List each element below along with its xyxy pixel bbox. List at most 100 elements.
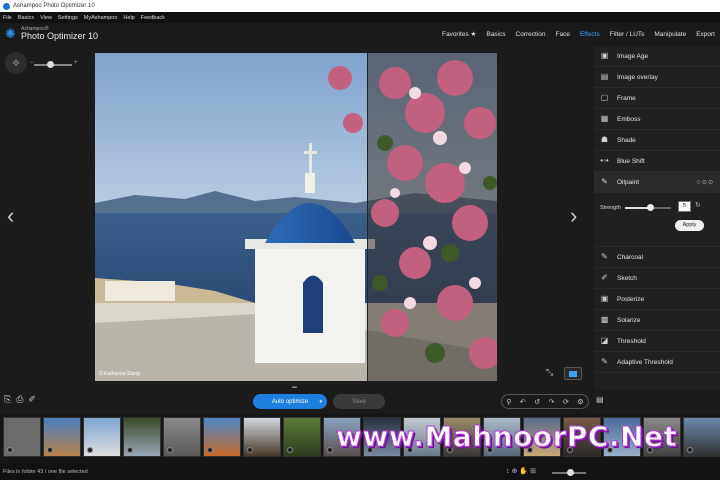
previous-image-arrow-icon[interactable]: ‹ — [7, 203, 14, 229]
effect-posterize[interactable]: ▣ Posterize — [594, 289, 720, 310]
photo-credit: © Katharina Stang — [99, 371, 140, 377]
thumbnail[interactable] — [83, 417, 121, 457]
menu-help[interactable]: Help — [123, 15, 134, 21]
effect-charcoal[interactable]: ✎ Charcoal — [594, 247, 720, 268]
tab-basics[interactable]: Basics — [481, 28, 510, 42]
category-tabs: Favorites ★ Basics Correction Face Effects Fi… — [437, 28, 720, 42]
save-button[interactable]: Save — [333, 394, 385, 409]
menu-view[interactable]: View — [40, 15, 52, 21]
hand-icon[interactable]: ✋ — [519, 468, 530, 475]
undo-icon[interactable]: ↶ — [520, 398, 526, 406]
reset-strength-icon[interactable]: ↻ — [695, 201, 701, 209]
redo-icon[interactable]: ↷ — [549, 398, 555, 406]
tab-correction[interactable]: Correction — [511, 28, 551, 42]
menu-myashampoo[interactable]: MyAshampoo — [84, 15, 118, 21]
effect-shade[interactable]: ☗ Shade — [594, 130, 720, 151]
thumbnail[interactable] — [43, 417, 81, 457]
blue-shift-icon: •◦• — [600, 156, 609, 165]
tab-export[interactable]: Export — [691, 28, 720, 42]
thumbnail-select-icon[interactable] — [687, 447, 693, 453]
strength-slider-knob[interactable] — [647, 204, 655, 211]
effect-label: Emboss — [617, 115, 641, 123]
effect-label: Threshold — [617, 337, 646, 345]
thumbnail[interactable] — [283, 417, 321, 457]
menu-basics[interactable]: Basics — [18, 15, 34, 21]
threshold-icon: ◪ — [600, 336, 609, 345]
thumbnail-select-icon[interactable] — [287, 447, 293, 453]
effect-emboss[interactable]: ▦ Emboss — [594, 109, 720, 130]
image-viewer[interactable]: © Katharina Stang — [95, 53, 497, 381]
strength-slider[interactable] — [625, 204, 671, 211]
effect-label: Image Age — [617, 52, 649, 60]
thumbnail[interactable] — [123, 417, 161, 457]
favorite-and-info-icons[interactable]: ☆⊙⊙ — [696, 179, 714, 186]
thumbnail[interactable] — [163, 417, 201, 457]
magic-wand-icon[interactable]: ⚲ — [506, 398, 511, 406]
window-title: Ashampoo Photo Optimizer 10 — [13, 3, 95, 9]
thumbnail-select-icon[interactable] — [47, 447, 53, 453]
thumbnail[interactable] — [683, 417, 720, 457]
zoom-slider[interactable] — [34, 61, 72, 68]
effect-blue-shift[interactable]: •◦• Blue Shift — [594, 151, 720, 172]
effect-image-overlay[interactable]: ▤ Image overlay — [594, 67, 720, 88]
effect-image-age[interactable]: ▣ Image Age — [594, 46, 720, 67]
gear-icon[interactable]: ⚙ — [577, 398, 583, 406]
thumbnail-size-slider[interactable] — [552, 469, 586, 476]
zoom-slider-knob[interactable] — [47, 61, 54, 68]
thumbnail-size-knob[interactable] — [567, 469, 574, 476]
apply-button[interactable]: Apply — [675, 220, 704, 231]
thumbnail-select-icon[interactable] — [327, 447, 333, 453]
thumbnail-select-icon[interactable] — [7, 447, 13, 453]
tab-manipulate[interactable]: Manipulate — [649, 28, 691, 42]
effect-solarize[interactable]: ▩ Solarize — [594, 310, 720, 331]
thumbnail-select-icon[interactable] — [207, 447, 213, 453]
oilpaint-settings: Strength 5 ↻ Apply — [594, 193, 720, 247]
before-after-split-line[interactable] — [367, 53, 368, 381]
pan-joystick-icon[interactable]: ✥ — [5, 52, 27, 74]
emboss-icon: ▦ — [600, 114, 609, 123]
image-overlay-icon: ▤ — [600, 72, 609, 81]
thumbnail-select-icon[interactable] — [87, 447, 93, 453]
thumbnail[interactable] — [203, 417, 241, 457]
file-tools: ⎘ ⎙ ✐ — [4, 394, 41, 405]
zoom-in-icon[interactable]: + — [74, 60, 78, 66]
effect-frame[interactable]: ▢ Frame — [594, 88, 720, 109]
effect-oilpaint[interactable]: ✎ Oilpaint ☆⊙⊙ — [594, 172, 720, 193]
open-folder-icon[interactable]: ⎙ — [16, 394, 23, 405]
effect-label: Blue Shift — [617, 157, 645, 165]
chevron-down-icon[interactable]: ▾ — [319, 399, 322, 405]
menu-settings[interactable]: Settings — [58, 15, 78, 21]
clean-brush-icon[interactable]: ✐ — [28, 394, 36, 405]
thumbnail-select-icon[interactable] — [167, 447, 173, 453]
effect-sketch[interactable]: ✐ Sketch — [594, 268, 720, 289]
compare-view-button[interactable] — [564, 367, 582, 380]
add-files-icon[interactable]: ⎘ — [4, 394, 11, 405]
thumbnail-select-icon[interactable] — [247, 447, 253, 453]
rotate-icon[interactable]: ⟳ — [563, 398, 569, 406]
ashampoo-logo-icon: ✺ — [5, 26, 16, 41]
posterize-icon: ▣ — [600, 294, 609, 303]
thumbnail[interactable] — [243, 417, 281, 457]
frame-icon: ▢ — [600, 93, 609, 102]
tab-effects[interactable]: Effects — [575, 28, 605, 42]
effect-label: Image overlay — [617, 73, 658, 81]
undo-all-icon[interactable]: ↺ — [534, 398, 540, 406]
next-image-arrow-icon[interactable]: › — [570, 203, 577, 229]
auto-optimize-button[interactable]: Auto optimize ▾ — [253, 394, 327, 409]
grid-icon[interactable]: ⊞ — [530, 468, 538, 475]
effect-adaptive-threshold[interactable]: ✎ Adaptive Threshold — [594, 352, 720, 373]
effect-label: Oilpaint — [617, 178, 640, 186]
menu-file[interactable]: File — [3, 15, 12, 21]
tab-face[interactable]: Face — [551, 28, 575, 42]
menu-feedback[interactable]: Feedback — [141, 15, 165, 21]
tab-filter-luts[interactable]: Filter / LUTs — [605, 28, 650, 42]
effect-threshold[interactable]: ◪ Threshold — [594, 331, 720, 352]
zoom-out-icon[interactable]: − — [30, 60, 34, 66]
fit-to-screen-icon[interactable]: ⤡ — [546, 367, 553, 378]
image-info-icon[interactable]: ▤ — [596, 395, 604, 404]
thumbnail-select-icon[interactable] — [127, 447, 133, 453]
strength-value-input[interactable]: 5 — [678, 201, 691, 212]
thumbnail[interactable] — [3, 417, 41, 457]
tab-favorites[interactable]: Favorites ★ — [437, 28, 481, 42]
status-text: Files in folder 43 / one file selected — [3, 469, 88, 475]
